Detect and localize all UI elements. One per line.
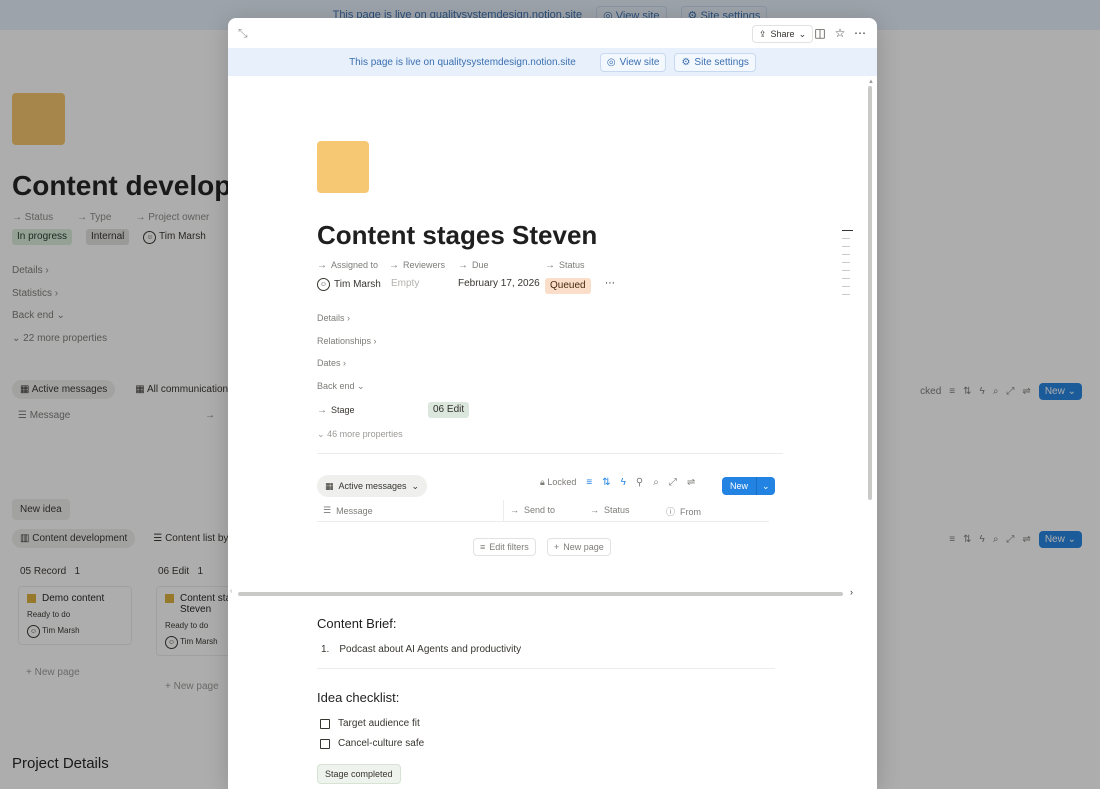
arrow-icon: → bbox=[590, 505, 599, 515]
text-icon: ☰ bbox=[323, 505, 332, 515]
arrow-icon: → bbox=[317, 260, 327, 271]
divider bbox=[317, 668, 775, 669]
settings-icon[interactable]: ⇌ bbox=[687, 477, 695, 488]
arrow-icon: → bbox=[389, 260, 399, 271]
more-icon[interactable]: ⋯ bbox=[853, 26, 867, 40]
idea-checklist-heading[interactable]: Idea checklist: bbox=[317, 690, 399, 705]
scroll-up-arrow[interactable]: ▲ bbox=[868, 79, 874, 85]
expand-icon[interactable]: ⤢ bbox=[669, 477, 677, 488]
vertical-scrollbar[interactable] bbox=[868, 86, 872, 500]
page-peek-modal: ⤡ ⇪ Share ⌄ ◫ ☆ ⋯ This page is live on q… bbox=[228, 18, 877, 789]
section-dates[interactable]: Dates › bbox=[317, 358, 346, 368]
live-site-banner: This page is live on qualitysystemdesign… bbox=[228, 48, 877, 76]
prop-stage: → Stage 06 Edit bbox=[317, 402, 470, 418]
sidebar-toggle-icon[interactable]: ◫ bbox=[813, 26, 827, 40]
db-new-button[interactable]: New ⌄ bbox=[722, 477, 775, 495]
ai-wand-icon[interactable]: ⚲ bbox=[636, 477, 643, 488]
divider bbox=[317, 453, 783, 454]
chevron-down-icon: ⌄ bbox=[798, 28, 807, 39]
filter-icon[interactable]: ≡ bbox=[586, 477, 592, 488]
chevron-right-icon: › bbox=[343, 358, 347, 368]
db-view-selector[interactable]: ▦ Active messages ⌄ bbox=[317, 475, 428, 497]
col-send-to[interactable]: → Send to bbox=[510, 505, 555, 515]
prop-reviewers-name: → Reviewers bbox=[389, 260, 446, 271]
globe-icon: ◎ bbox=[606, 56, 616, 68]
prop-assigned-to-value[interactable]: ☺ Tim Marsh bbox=[317, 278, 381, 291]
automation-icon[interactable]: ϟ bbox=[621, 477, 626, 488]
locked-indicator[interactable]: 🔒︎ Locked bbox=[540, 477, 576, 488]
table-of-contents-indicator[interactable] bbox=[842, 230, 854, 302]
chevron-right-icon: › bbox=[347, 313, 351, 323]
status-badge: Queued bbox=[545, 278, 591, 294]
col-from[interactable]: ⓘ From bbox=[666, 505, 701, 518]
prop-reviewers-value[interactable]: Empty bbox=[391, 278, 419, 289]
stage-tag[interactable]: 06 Edit bbox=[428, 402, 470, 418]
share-button[interactable]: ⇪ Share ⌄ bbox=[752, 25, 814, 43]
share-label: Share bbox=[770, 29, 795, 39]
prop-stage-name: Stage bbox=[331, 405, 355, 415]
content-brief-list-item[interactable]: 1. Podcast about AI Agents and productivi… bbox=[321, 644, 521, 655]
page-title[interactable]: Content stages Steven bbox=[317, 220, 597, 251]
section-relationships[interactable]: Relationships › bbox=[317, 336, 377, 346]
page-icon[interactable] bbox=[317, 141, 369, 193]
content-brief-heading[interactable]: Content Brief: bbox=[317, 616, 397, 631]
db-new-page-button[interactable]: + New page bbox=[547, 538, 611, 556]
db-toolbar: 🔒︎ Locked ≡ ⇅ ϟ ⚲ ⌕ ⤢ ⇌ bbox=[540, 477, 695, 488]
checklist-item[interactable]: Cancel-culture safe bbox=[320, 738, 424, 749]
stage-completed-button[interactable]: Stage completed bbox=[317, 764, 401, 784]
section-back-end[interactable]: Back end ⌄ bbox=[317, 381, 365, 392]
site-settings-button[interactable]: ⚙ Site settings bbox=[674, 52, 756, 72]
gear-icon: ⚙ bbox=[681, 56, 691, 68]
modal-topbar: ⤡ ⇪ Share ⌄ ◫ ☆ ⋯ bbox=[228, 18, 877, 48]
share-icon: ⇪ bbox=[759, 28, 767, 39]
prop-assigned-to-name: → Assigned to bbox=[317, 260, 379, 271]
arrow-icon: → bbox=[545, 260, 555, 271]
prop-status-value[interactable]: Queued bbox=[545, 278, 591, 294]
plus-icon: + bbox=[554, 542, 560, 552]
sort-icon[interactable]: ⇅ bbox=[602, 477, 610, 488]
prop-due-name: → Due bbox=[458, 260, 489, 271]
horizontal-scrollbar[interactable] bbox=[238, 592, 843, 596]
column-separator bbox=[503, 500, 504, 522]
expand-icon[interactable]: ⤡ bbox=[238, 26, 252, 40]
chevron-down-icon[interactable]: ⌄ bbox=[756, 477, 775, 495]
section-details[interactable]: Details › bbox=[317, 313, 350, 323]
col-status[interactable]: → Status bbox=[590, 505, 630, 515]
scroll-right-arrow[interactable]: › bbox=[850, 587, 853, 597]
table-header-border bbox=[317, 521, 769, 522]
chevron-down-icon: ⌄ bbox=[411, 480, 420, 491]
more-properties-toggle[interactable]: ⌄ 46 more properties bbox=[317, 429, 403, 440]
chevron-right-icon: › bbox=[373, 336, 377, 346]
edit-filters-button[interactable]: ≡ Edit filters bbox=[473, 538, 536, 556]
more-properties-icon[interactable]: ⋯ bbox=[605, 278, 615, 289]
chevron-down-icon: ⌄ bbox=[317, 429, 325, 439]
checklist-item[interactable]: Target audience fit bbox=[320, 718, 420, 729]
checkbox[interactable] bbox=[320, 718, 330, 729]
search-icon[interactable]: ⌕ bbox=[653, 477, 659, 488]
arrow-icon: → bbox=[510, 505, 519, 515]
star-icon[interactable]: ☆ bbox=[833, 26, 847, 40]
arrow-icon: → bbox=[317, 404, 327, 416]
filter-icon: ≡ bbox=[480, 542, 486, 552]
chevron-down-icon: ⌄ bbox=[357, 381, 365, 391]
avatar: ☺ bbox=[317, 278, 330, 291]
banner-text: This page is live on qualitysystemdesign… bbox=[349, 56, 576, 68]
view-site-button[interactable]: ◎ View site bbox=[599, 52, 667, 72]
scroll-left-arrow[interactable]: ‹ bbox=[230, 588, 232, 595]
prop-status-name: → Status bbox=[545, 260, 585, 271]
lock-icon: 🔒︎ bbox=[540, 477, 545, 487]
table-icon: ▦ bbox=[325, 480, 334, 491]
info-icon: ⓘ bbox=[666, 507, 676, 517]
col-message[interactable]: ☰ Message bbox=[323, 505, 373, 516]
prop-due-value[interactable]: February 17, 2026 bbox=[458, 278, 540, 289]
checkbox[interactable] bbox=[320, 738, 330, 749]
arrow-icon: → bbox=[458, 260, 468, 271]
